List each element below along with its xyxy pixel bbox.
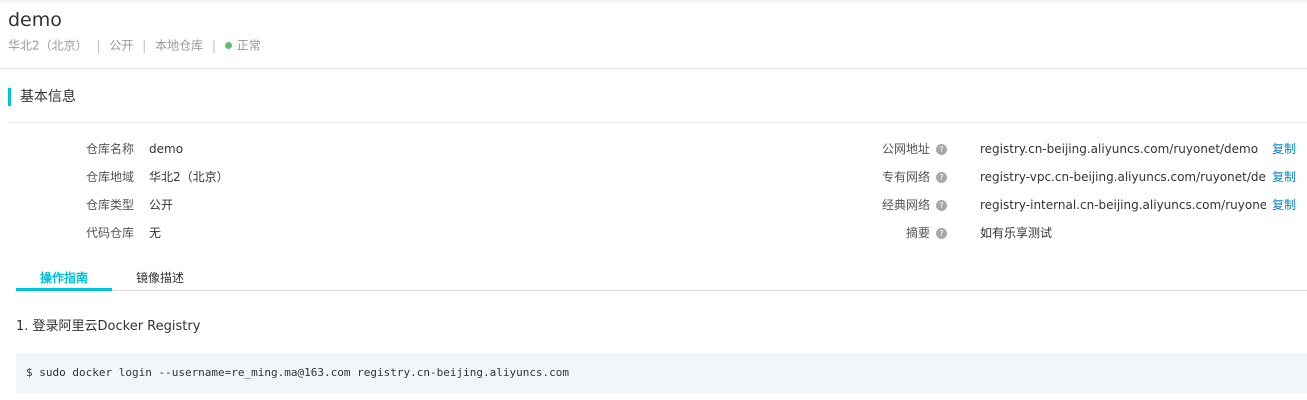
section-accent-bar	[8, 88, 11, 106]
repo-source: 本地仓库	[155, 38, 204, 53]
info-label-text: 公网地址	[881, 142, 930, 156]
info-value: 如有乐享测试	[980, 226, 1053, 240]
tab-bar: 操作指南 镜像描述	[16, 268, 1307, 292]
tab-image-description[interactable]: 镜像描述	[112, 268, 208, 290]
help-icon[interactable]: ?	[936, 200, 947, 211]
top-strip	[0, 0, 1307, 3]
repo-meta: 华北2（北京） | 公开 | 本地仓库 | 正常	[8, 36, 261, 55]
guide-step-title: 1. 登录阿里云Docker Registry	[16, 319, 201, 334]
section-title: 基本信息	[20, 89, 76, 105]
info-label-text: 专有网络	[881, 170, 930, 184]
divider	[8, 122, 1307, 123]
tab-guide[interactable]: 操作指南	[16, 268, 112, 290]
meta-separator: |	[142, 38, 147, 53]
info-label: 公网地址?	[882, 141, 947, 157]
meta-separator: |	[211, 38, 216, 53]
tab-bar-divider	[16, 290, 1307, 291]
code-command[interactable]: $ sudo docker login --username=re_ming.m…	[26, 365, 569, 381]
info-label-text: 摘要	[905, 226, 930, 240]
page-title: demo	[8, 9, 62, 31]
info-row-vpc-address: 专有网络? registry-vpc.cn-beijing.aliyuncs.c…	[0, 169, 1307, 185]
help-icon[interactable]: ?	[936, 144, 947, 155]
meta-separator: |	[96, 38, 101, 53]
info-label: 专有网络?	[882, 169, 947, 185]
divider	[0, 68, 1307, 69]
tab-active-indicator	[16, 288, 112, 291]
code-block: $ sudo docker login --username=re_ming.m…	[16, 353, 1307, 393]
help-icon[interactable]: ?	[936, 172, 947, 183]
info-row-summary: 摘要? 如有乐享测试	[0, 225, 1307, 241]
info-row-public-address: 公网地址? registry.cn-beijing.aliyuncs.com/r…	[0, 141, 1307, 157]
repo-detail-page: demo 华北2（北京） | 公开 | 本地仓库 | 正常 基本信息 仓库名称 …	[0, 0, 1307, 400]
status-dot-icon	[224, 42, 232, 49]
copy-classic-address-button[interactable]: 复制	[1272, 197, 1296, 213]
repo-visibility: 公开	[109, 38, 134, 53]
copy-vpc-address-button[interactable]: 复制	[1272, 169, 1296, 185]
info-label-text: 经典网络	[881, 198, 930, 212]
info-label: 摘要?	[906, 225, 947, 241]
status-text: 正常	[236, 38, 261, 53]
copy-public-address-button[interactable]: 复制	[1272, 141, 1296, 157]
info-value: registry-vpc.cn-beijing.aliyuncs.com/ruy…	[980, 170, 1266, 184]
repo-region: 华北2（北京）	[8, 38, 88, 53]
info-value: registry.cn-beijing.aliyuncs.com/ruyonet…	[980, 142, 1259, 156]
info-value: registry-internal.cn-beijing.aliyuncs.co…	[980, 198, 1266, 212]
info-label: 经典网络?	[882, 197, 947, 213]
help-icon[interactable]: ?	[936, 228, 947, 239]
info-row-classic-address: 经典网络? registry-internal.cn-beijing.aliyu…	[0, 197, 1307, 213]
